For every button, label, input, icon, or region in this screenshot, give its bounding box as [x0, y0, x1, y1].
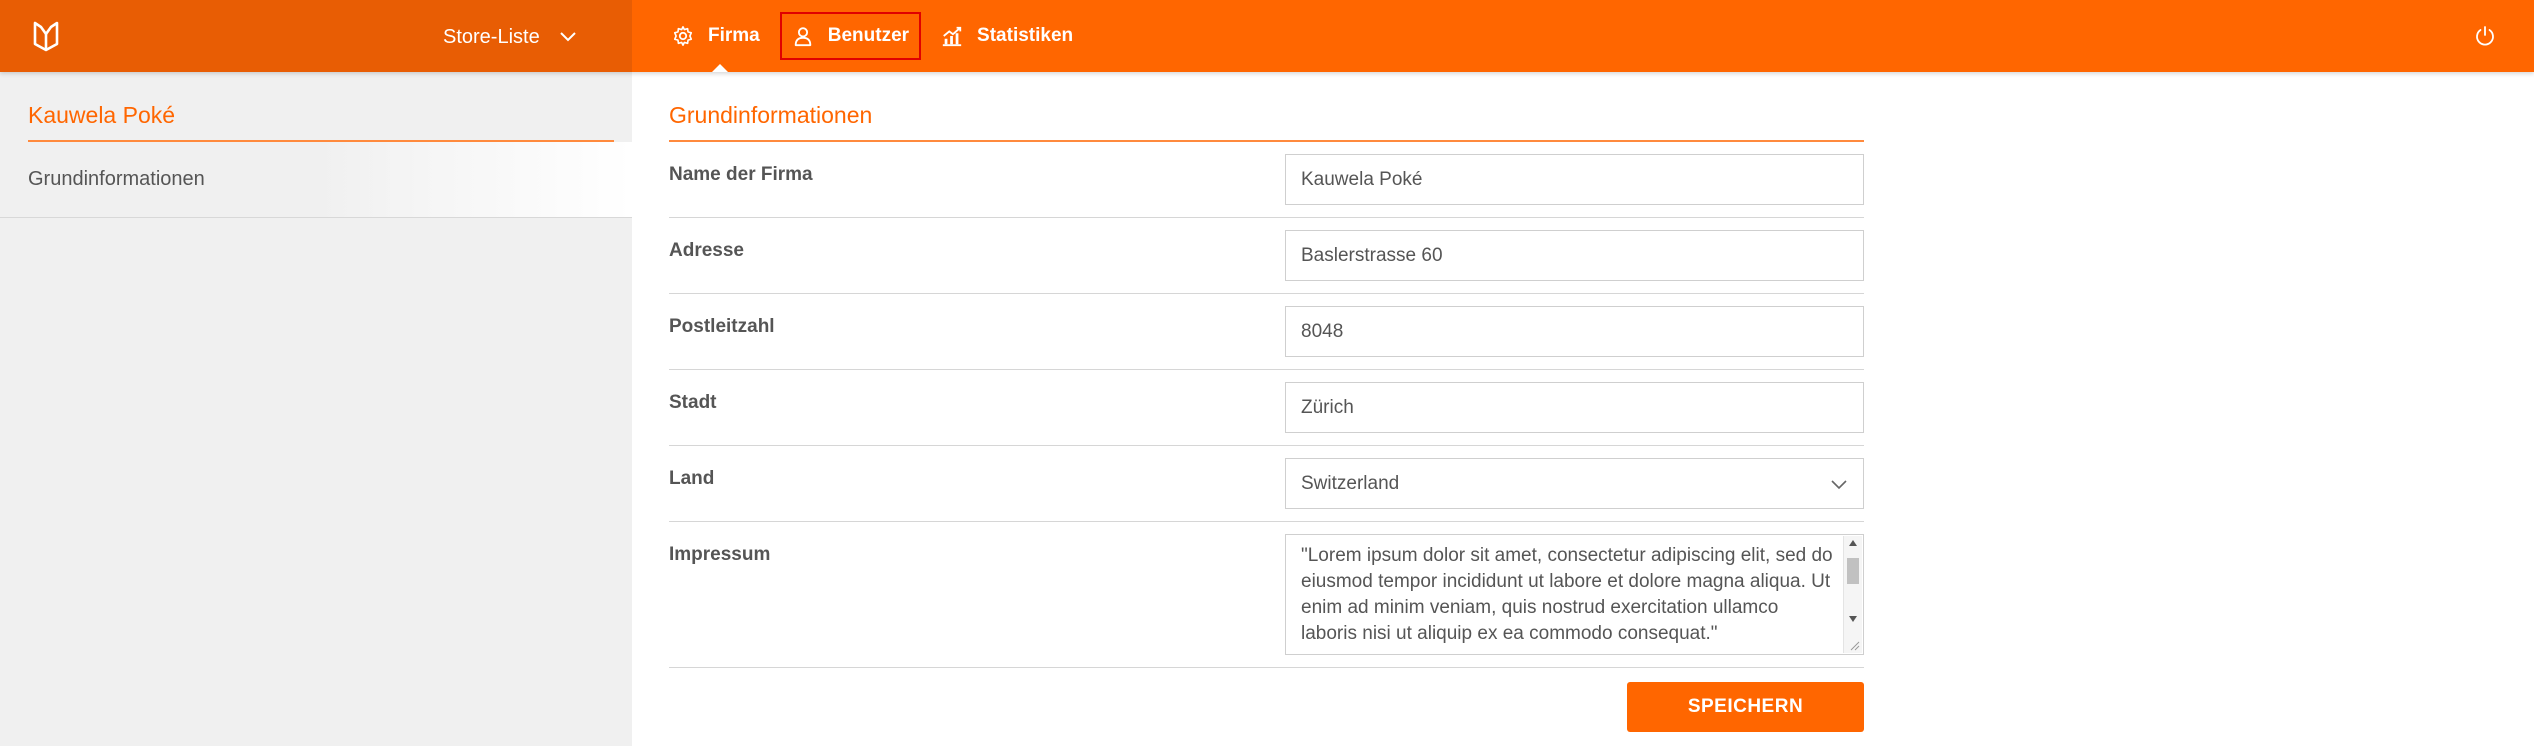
topbar-left-panel: Store-Liste [0, 0, 632, 72]
scroll-thumb[interactable] [1847, 558, 1859, 584]
resize-handle-icon[interactable] [1850, 641, 1860, 651]
form-row-postal-code: Postleitzahl 8048 [669, 294, 1864, 370]
imprint-text: "Lorem ipsum dolor sit amet, consectetur… [1301, 545, 1833, 644]
nav-label-statistiken: Statistiken [977, 25, 1074, 46]
country-select[interactable]: Switzerland [1285, 458, 1864, 509]
textarea-scrollbar[interactable] [1843, 536, 1862, 653]
nav-label-firma: Firma [708, 25, 760, 46]
nav-item-firma[interactable]: Firma [670, 14, 770, 58]
save-button[interactable]: SPEICHERN [1627, 682, 1864, 732]
imprint-label: Impressum [669, 544, 771, 565]
chevron-down-icon [1831, 480, 1847, 490]
postal-code-input[interactable]: 8048 [1285, 306, 1864, 357]
power-icon[interactable] [2474, 25, 2496, 47]
postal-code-label: Postleitzahl [669, 316, 775, 337]
gear-icon [673, 26, 693, 46]
chevron-down-icon [560, 32, 576, 42]
company-name-label: Name der Firma [669, 164, 813, 185]
country-label: Land [669, 468, 715, 489]
scroll-up-arrow-icon[interactable] [1849, 540, 1857, 546]
form-row-imprint: Impressum "Lorem ipsum dolor sit amet, c… [669, 522, 1864, 668]
city-label: Stadt [669, 392, 717, 413]
form-row-country: Land Switzerland [669, 446, 1864, 522]
imprint-textarea[interactable]: "Lorem ipsum dolor sit amet, consectetur… [1285, 534, 1864, 655]
top-navigation-bar: Store-Liste Firma Benutzer Statistiken [0, 0, 2534, 72]
logo-icon[interactable] [32, 20, 60, 52]
store-list-label: Store-Liste [443, 25, 540, 48]
form-row-company-name: Name der Firma Kauwela Poké [669, 142, 1864, 218]
sidebar: Kauwela Poké Grundinformationen [0, 72, 632, 746]
address-input[interactable]: Baslerstrasse 60 [1285, 230, 1864, 281]
user-icon [794, 27, 811, 47]
company-name-input[interactable]: Kauwela Poké [1285, 154, 1864, 205]
nav-label-benutzer: Benutzer [827, 25, 910, 46]
chart-icon [942, 26, 962, 47]
nav-item-statistiken[interactable]: Statistiken [931, 14, 1083, 58]
sidebar-item-grundinformationen[interactable]: Grundinformationen [0, 142, 632, 218]
sidebar-company-name: Kauwela Poké [28, 102, 176, 128]
scroll-down-arrow-icon[interactable] [1849, 616, 1857, 622]
city-input[interactable]: Zürich [1285, 382, 1864, 433]
form-row-address: Adresse Baslerstrasse 60 [669, 218, 1864, 294]
nav-item-benutzer[interactable]: Benutzer [779, 12, 922, 60]
sidebar-item-label: Grundinformationen [28, 168, 205, 190]
main-nav: Firma Benutzer Statistiken [670, 0, 1095, 72]
address-label: Adresse [669, 240, 744, 261]
section-title: Grundinformationen [669, 102, 873, 128]
store-list-dropdown[interactable]: Store-Liste [443, 24, 578, 50]
country-select-value: Switzerland [1301, 473, 1400, 494]
form-row-city: Stadt Zürich [669, 370, 1864, 446]
